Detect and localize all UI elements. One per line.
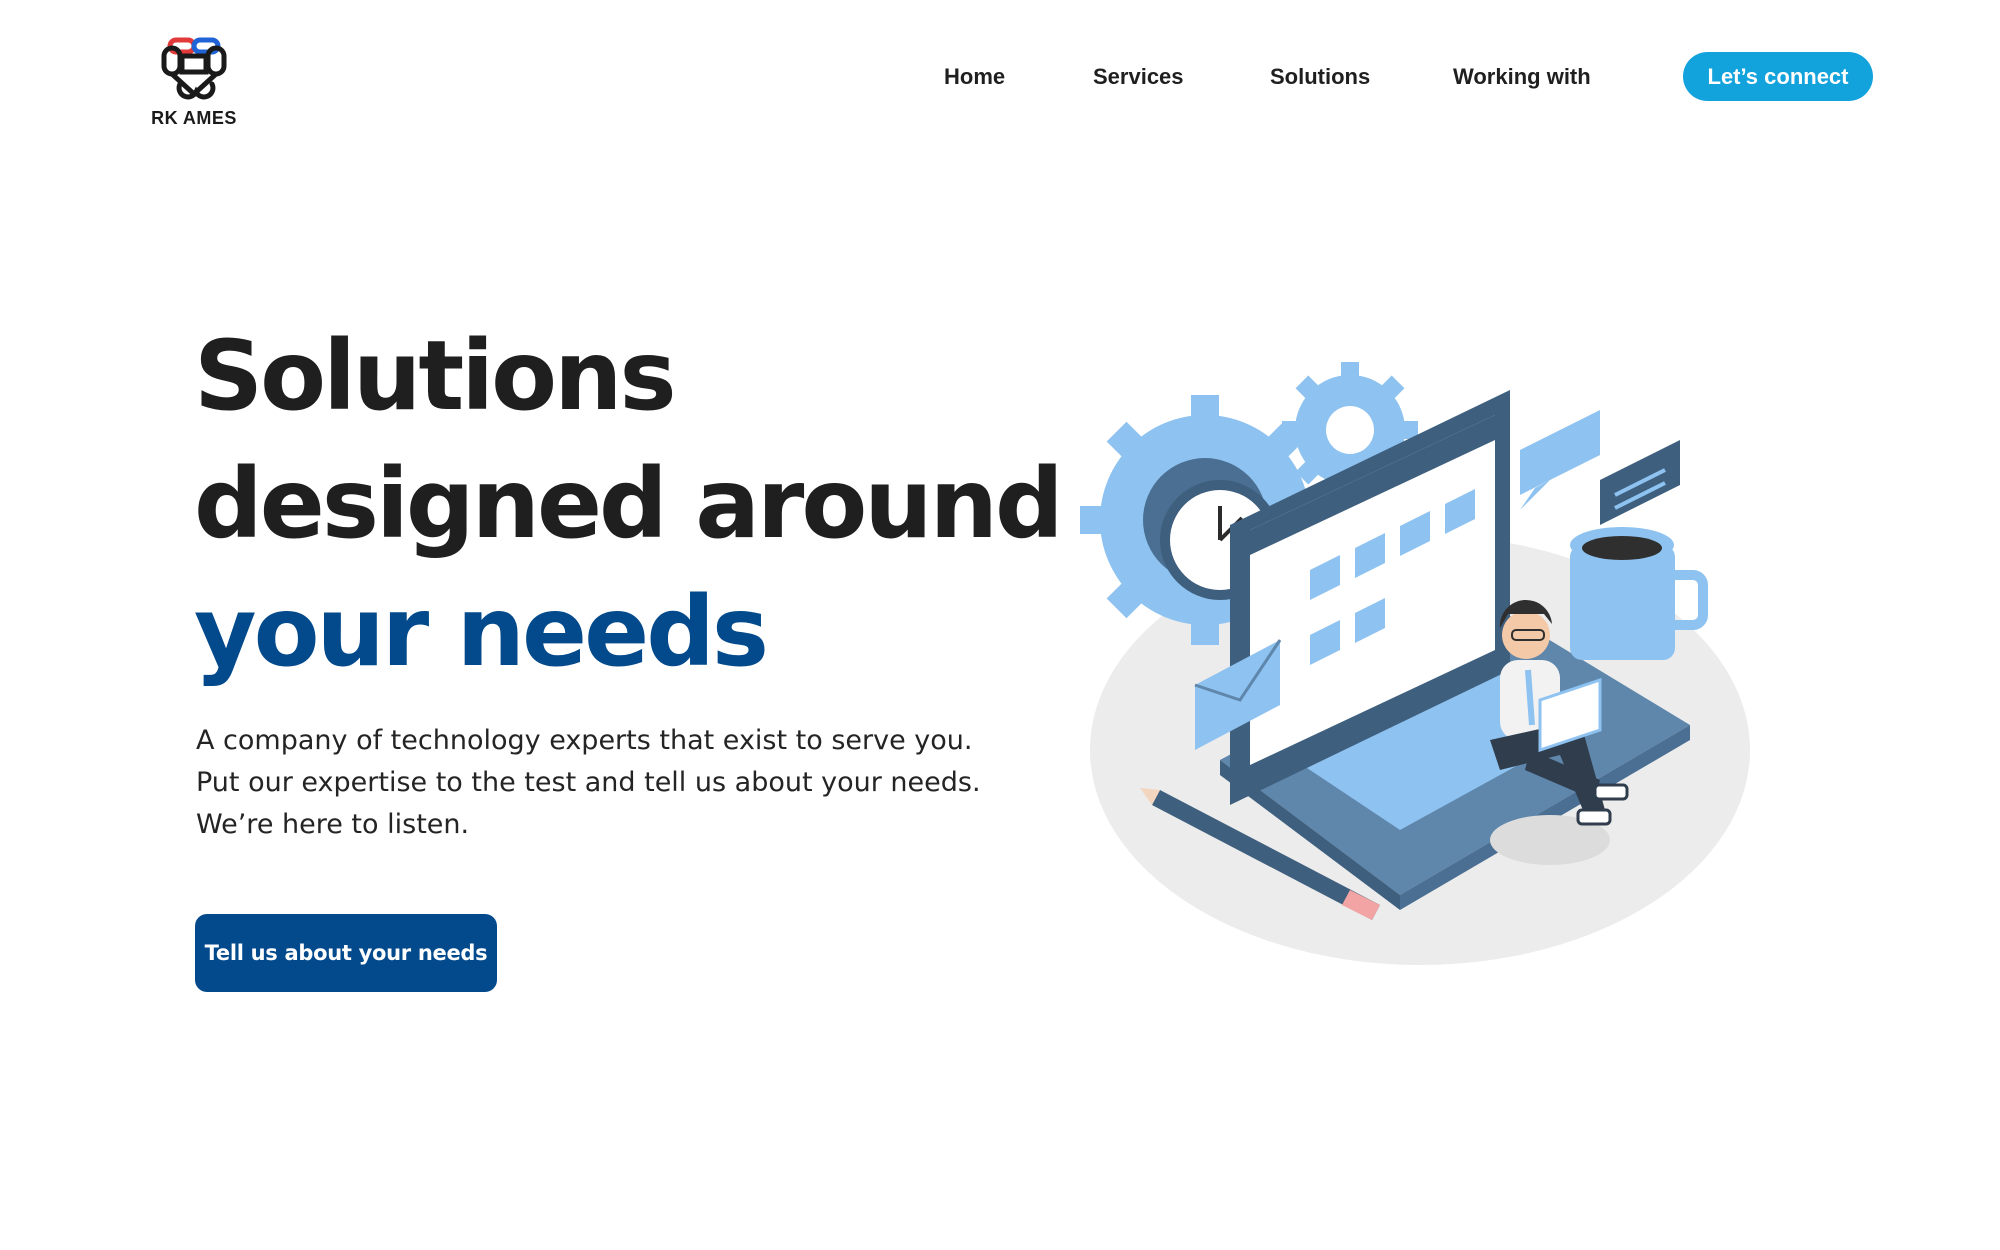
hero-subtitle-line-3: We’re here to listen. — [196, 809, 470, 840]
brand-logo[interactable]: RK AMES — [146, 26, 242, 130]
chat-bubble-icon — [1520, 410, 1680, 525]
tell-us-button[interactable]: Tell us about your needs — [195, 914, 497, 992]
hero-title-line-2: designed around — [194, 448, 1064, 560]
brand-name: RK AMES — [151, 108, 237, 128]
nav-services[interactable]: Services — [1093, 64, 1184, 90]
hero-title-highlight: your needs — [194, 576, 769, 688]
hero-title-line-1: Solutions — [194, 320, 677, 432]
nav-solutions[interactable]: Solutions — [1270, 64, 1370, 90]
logo-knot-icon — [161, 37, 227, 100]
hero-subtitle: A company of technology experts that exi… — [196, 720, 981, 846]
nav-working-with[interactable]: Working with — [1453, 64, 1591, 90]
hero-subtitle-line-1: A company of technology experts that exi… — [196, 725, 973, 756]
hero-subtitle-line-2: Put our expertise to the test and tell u… — [196, 767, 981, 798]
lets-connect-button[interactable]: Let’s connect — [1683, 52, 1873, 101]
hero-illustration — [1080, 362, 1750, 965]
nav-home[interactable]: Home — [944, 64, 1005, 90]
